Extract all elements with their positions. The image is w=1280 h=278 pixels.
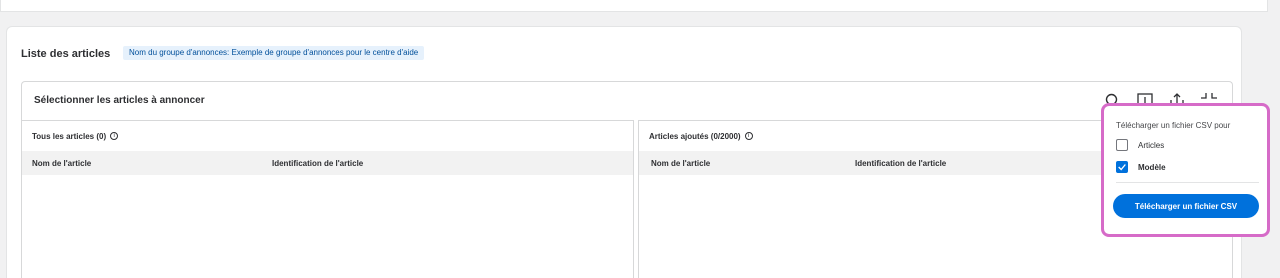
all-items-columns: Nom de l'article Identification de l'art… — [22, 151, 633, 175]
all-items-pane: Tous les articles (0) i Nom de l'article… — [22, 120, 634, 278]
download-csv-button[interactable]: Télécharger un fichier CSV — [1113, 194, 1259, 218]
all-items-title: Tous les articles (0) — [32, 131, 107, 141]
added-items-title: Articles ajoutés (0/2000) — [649, 131, 741, 141]
popover-title: Télécharger un fichier CSV pour — [1116, 121, 1231, 130]
info-icon[interactable]: i — [110, 132, 119, 140]
selection-panel: Sélectionner les articles à annoncer Tou… — [21, 81, 1233, 278]
check-icon — [1118, 164, 1126, 171]
column-item-name[interactable]: Nom de l'article — [651, 159, 710, 168]
articles-checkbox[interactable] — [1116, 139, 1128, 151]
top-strip — [0, 0, 1268, 12]
column-item-id[interactable]: Identification de l'article — [855, 159, 946, 168]
option-articles[interactable]: Articles — [1116, 139, 1164, 151]
option-label: Articles — [1138, 140, 1165, 150]
all-items-header: Tous les articles (0) i — [22, 121, 633, 151]
template-checkbox[interactable] — [1116, 161, 1128, 173]
items-card: Liste des articles Nom du groupe d'annon… — [6, 26, 1242, 278]
option-label: Modèle — [1138, 162, 1166, 172]
panel-title: Sélectionner les articles à annoncer — [34, 95, 205, 106]
column-item-name[interactable]: Nom de l'article — [32, 159, 91, 168]
option-template[interactable]: Modèle — [1116, 161, 1166, 173]
card-title: Liste des articles — [21, 48, 111, 60]
ad-group-chip: Nom du groupe d'annonces: Exemple de gro… — [123, 46, 425, 60]
popover-divider — [1116, 182, 1259, 183]
info-icon[interactable]: i — [744, 132, 753, 140]
column-item-id[interactable]: Identification de l'article — [272, 159, 363, 168]
csv-download-popover: Télécharger un fichier CSV pour Articles… — [1101, 103, 1270, 237]
